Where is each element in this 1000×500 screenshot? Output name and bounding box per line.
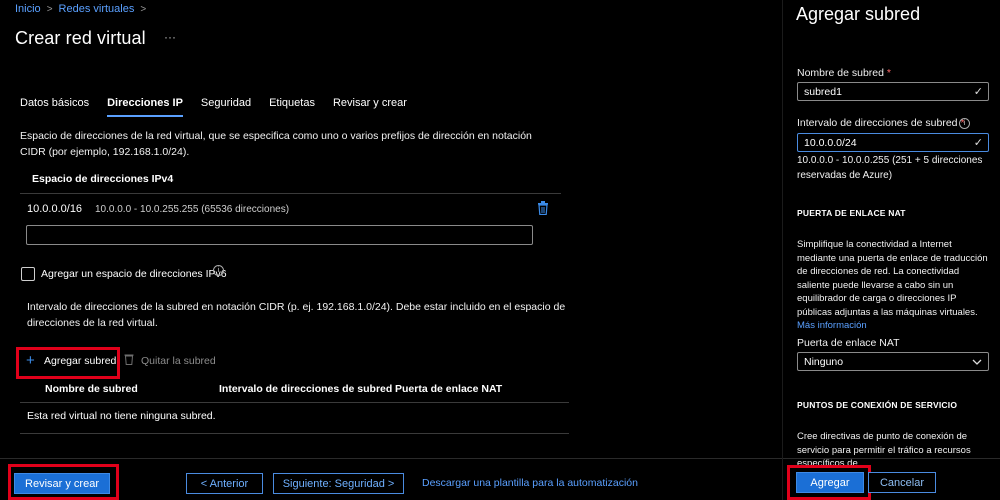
checkmark-icon: ✓ <box>973 137 983 149</box>
ipv6-label: Agregar un espacio de direcciones IPv6 <box>41 268 227 280</box>
checkmark-icon: ✓ <box>973 86 983 98</box>
info-icon[interactable]: i <box>959 118 970 129</box>
column-nat-gateway: Puerta de enlace NAT <box>395 383 503 395</box>
review-create-button[interactable]: Revisar y crear <box>14 473 110 494</box>
tab-bar: Datos básicos Direcciones IP Seguridad E… <box>20 97 407 117</box>
more-options-icon[interactable]: ··· <box>164 30 176 44</box>
divider <box>20 433 569 434</box>
panel-title: Agregar subred <box>796 4 921 24</box>
tab-ip-addresses[interactable]: Direcciones IP <box>107 97 183 117</box>
nat-gateway-value: Ninguno <box>804 356 844 368</box>
tab-review-create[interactable]: Revisar y crear <box>333 97 407 117</box>
address-cidr: 10.0.0.0/16 <box>27 203 83 215</box>
subnet-range-note: 10.0.0.0 - 10.0.0.255 (251 + 5 direccion… <box>797 155 983 181</box>
subnet-range-label: Intervalo de direcciones de subred * <box>797 117 965 129</box>
subnet-name-input[interactable]: subred1 ✓ <box>797 82 989 101</box>
breadcrumb-home[interactable]: Inicio <box>15 3 41 15</box>
add-button[interactable]: Agregar <box>796 472 864 493</box>
trash-icon[interactable] <box>537 201 549 218</box>
previous-button[interactable]: < Anterior <box>186 473 263 494</box>
breadcrumb-virtual-networks[interactable]: Redes virtuales <box>59 3 135 15</box>
chevron-right-icon: > <box>140 3 147 15</box>
subnet-description: Intervalo de direcciones de la subred en… <box>27 301 566 329</box>
empty-subnet-message: Esta red virtual no tiene ninguna subred… <box>27 410 216 422</box>
nat-section-heading: PUERTA DE ENLACE NAT <box>797 208 906 218</box>
column-subnet-name: Nombre de subred <box>45 383 138 395</box>
subnet-range-input[interactable]: 10.0.0.0/24 ✓ <box>797 133 989 152</box>
cancel-button[interactable]: Cancelar <box>868 472 936 493</box>
create-vnet-page: Inicio > Redes virtuales > Crear red vir… <box>0 0 782 500</box>
subnet-range-value: 10.0.0.0/24 <box>804 137 857 149</box>
trash-icon <box>124 353 134 368</box>
breadcrumb: Inicio > Redes virtuales > <box>15 3 146 15</box>
address-range: 10.0.0.0 - 10.0.255.255 (65536 direccion… <box>95 204 290 215</box>
address-space-description: Espacio de direcciones de la red virtual… <box>20 130 532 158</box>
tab-basics[interactable]: Datos básicos <box>20 97 89 117</box>
nat-gateway-label: Puerta de enlace NAT <box>797 337 900 349</box>
chevron-down-icon <box>972 357 982 369</box>
next-security-button[interactable]: Siguiente: Seguridad > <box>273 473 404 494</box>
page-title: Crear red virtual <box>15 28 146 48</box>
plus-icon: + <box>26 352 35 369</box>
ipv4-header: Espacio de direcciones IPv4 <box>32 173 174 185</box>
add-subnet-panel: Agregar subred Nombre de subred * subred… <box>782 0 1000 500</box>
chevron-right-icon: > <box>46 3 53 15</box>
nat-gateway-select[interactable]: Ninguno <box>797 352 989 371</box>
remove-subnet-button[interactable]: Quitar la subred <box>141 355 216 367</box>
ipv6-checkbox[interactable] <box>21 267 35 281</box>
new-address-space-input[interactable] <box>26 225 533 245</box>
download-template-link[interactable]: Descargar una plantilla para la automati… <box>422 477 638 489</box>
learn-more-link[interactable]: Más información <box>797 320 867 331</box>
nat-description: Simplifique la conectividad a Internet m… <box>797 239 988 331</box>
tab-tags[interactable]: Etiquetas <box>269 97 315 117</box>
column-subnet-range: Intervalo de direcciones de subred <box>219 383 393 395</box>
info-icon[interactable]: i <box>213 265 224 276</box>
divider <box>20 402 569 403</box>
footer-divider <box>0 458 782 459</box>
panel-footer-divider <box>783 458 1000 459</box>
service-endpoints-heading: PUNTOS DE CONEXIÓN DE SERVICIO <box>797 400 958 410</box>
subnet-name-label: Nombre de subred * <box>797 67 891 79</box>
add-subnet-button[interactable]: Agregar subred <box>44 355 116 367</box>
divider <box>20 193 561 194</box>
subnet-name-value: subred1 <box>804 86 842 98</box>
tab-security[interactable]: Seguridad <box>201 97 251 117</box>
